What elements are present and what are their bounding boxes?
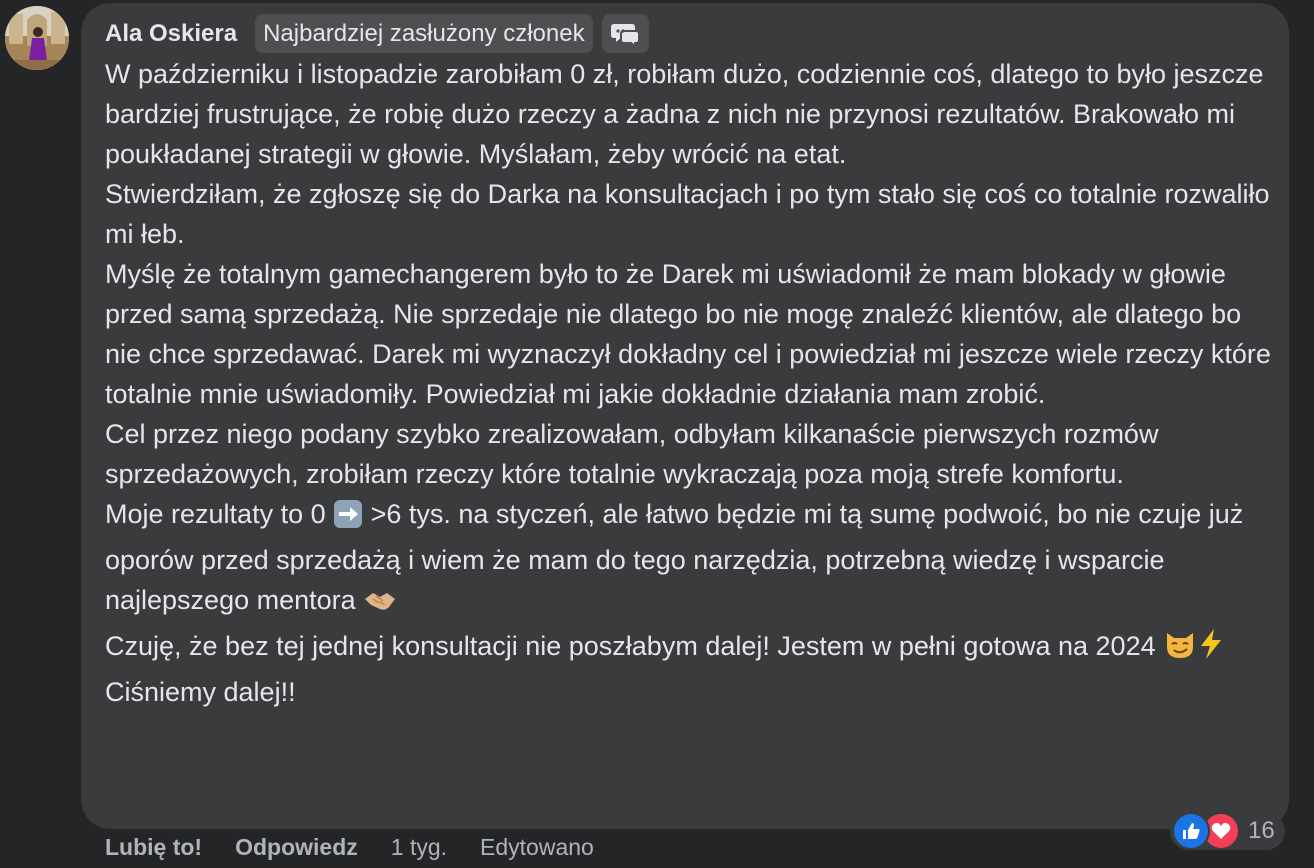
reaction-count: 16	[1248, 817, 1275, 844]
like-icon	[1172, 812, 1210, 850]
avatar-photo	[5, 6, 69, 70]
comment-paragraph: Myślę że totalnym gamechangerem było to …	[105, 259, 1279, 409]
comment-paragraph-closing: Czuję, że bez tej jednej konsultacji nie…	[105, 626, 1275, 712]
comment-text: W październiku i listopadzie zarobiłam 0…	[105, 54, 1275, 712]
comment-header: Ala Oskiera Najbardziej zasłużony człone…	[105, 14, 649, 53]
avatar[interactable]	[5, 6, 69, 70]
lightning-emoji	[1197, 627, 1225, 672]
closing-text-start: Czuję, że bez tej jednej konsultacji nie…	[105, 631, 1164, 661]
results-text-start: Moje rezultaty to 0	[105, 499, 334, 529]
chat-bubbles-icon	[611, 23, 641, 47]
like-button[interactable]: Lubię to!	[105, 834, 202, 861]
smirking-cat-emoji	[1163, 627, 1197, 672]
arrow-right-emoji	[333, 499, 363, 540]
timestamp[interactable]: 1 tyg.	[391, 834, 447, 861]
edited-label[interactable]: Edytowano	[480, 834, 594, 861]
comment-paragraph-results: Moje rezultaty to 0 >6 tys. na styczeń, …	[105, 494, 1275, 626]
comment-paragraph: W październiku i listopadzie zarobiłam 0…	[105, 59, 1272, 169]
reply-button[interactable]: Odpowiedz	[235, 834, 358, 861]
handshake-emoji	[363, 585, 397, 626]
member-badge[interactable]: Najbardziej zasłużony członek	[255, 14, 593, 53]
comment-actions: Lubię to! Odpowiedz 1 tyg. Edytowano	[105, 830, 627, 864]
reactions-summary[interactable]: 16	[1170, 812, 1285, 850]
comment-paragraph: Cel przez niego podany szybko zrealizowa…	[105, 419, 1166, 489]
author-name[interactable]: Ala Oskiera	[105, 20, 237, 48]
conversation-starter-badge[interactable]	[601, 14, 649, 53]
comment-paragraph: Stwierdziłam, że zgłoszę się do Darka na…	[105, 179, 1278, 249]
